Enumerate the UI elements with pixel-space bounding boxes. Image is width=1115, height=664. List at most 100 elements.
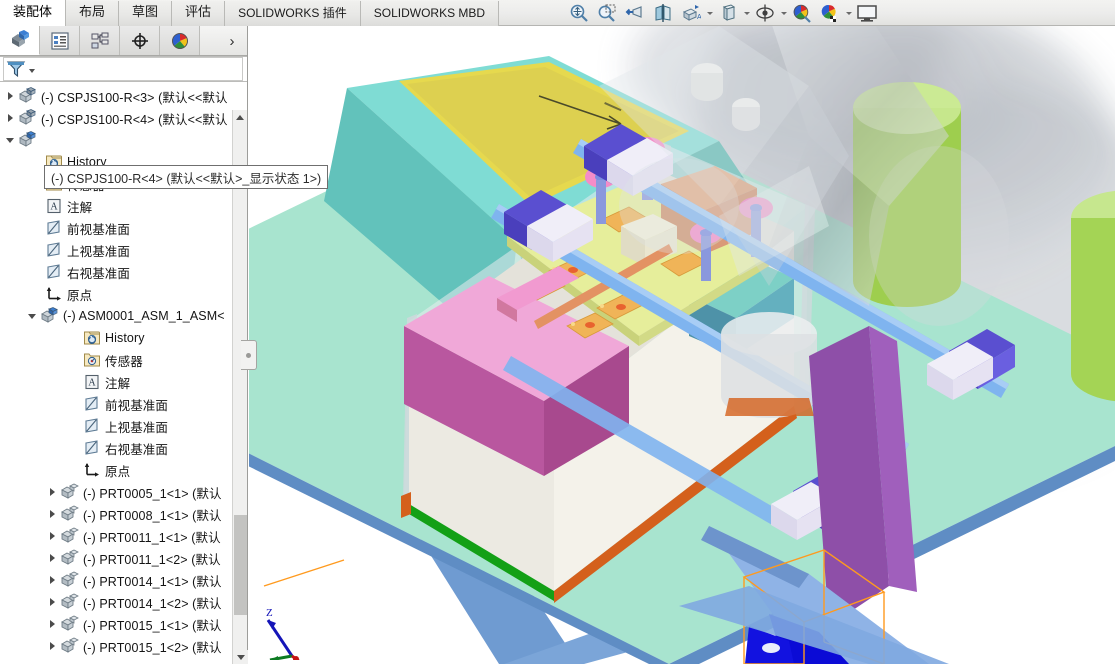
tree-item[interactable]: (-) CSPJS100-R<4> (默认<<默认 xyxy=(0,107,247,129)
display-style-button[interactable] xyxy=(715,1,741,25)
tree-item-label: (-) PRT0011_1<1> (默认 xyxy=(83,530,221,545)
tree-item[interactable]: (-) PRT0014_1<2> (默认 xyxy=(0,591,247,613)
ribbon-tab-5[interactable]: SOLIDWORKS MBD xyxy=(360,1,500,26)
annotations-icon: A xyxy=(85,374,99,390)
tree-item-label: 右视基准面 xyxy=(105,442,169,457)
panel-splitter-handle[interactable] xyxy=(241,340,257,370)
tree-item[interactable]: History xyxy=(0,327,247,349)
filter-input-box[interactable] xyxy=(3,57,243,81)
tab-property-manager[interactable] xyxy=(40,26,80,55)
tree-item[interactable]: (-) PRT0015_1<1> (默认 xyxy=(0,613,247,635)
tree-item[interactable]: (-) PRT0011_1<1> (默认 xyxy=(0,525,247,547)
tree-item-label: History xyxy=(105,331,145,345)
expand-arrow-icon[interactable] xyxy=(44,591,60,613)
tree-item-icon xyxy=(18,86,38,106)
expand-panel-button[interactable]: › xyxy=(221,26,243,56)
expand-arrow-icon[interactable] xyxy=(2,107,18,129)
tree-item[interactable]: 右视基准面 xyxy=(0,437,247,459)
tree-item-icon: A xyxy=(82,372,102,392)
ribbon-bar: 装配体 布局 草图 评估 SOLIDWORKS 插件 SOLIDWORKS MBD xyxy=(0,0,1115,26)
ribbon-tab-1[interactable]: 布局 xyxy=(66,1,120,26)
expand-arrow-icon[interactable] xyxy=(44,635,60,657)
hide-show-items-button[interactable] xyxy=(752,1,778,25)
tree-item-icon xyxy=(44,218,64,238)
view-settings-button[interactable] xyxy=(854,1,880,25)
tree-item-icon xyxy=(44,240,64,260)
expand-arrow-icon[interactable] xyxy=(44,569,60,591)
edit-appearance-button[interactable] xyxy=(789,1,815,25)
tree-item-label: 右视基准面 xyxy=(67,266,131,281)
tree-item[interactable]: (-) CSPJS100-R<3> (默认<<默认 xyxy=(0,85,247,107)
expand-arrow-icon[interactable] xyxy=(44,613,60,635)
tree-item[interactable]: (-) PRT0005_1<1> (默认 xyxy=(0,481,247,503)
ribbon-tab-3[interactable]: 评估 xyxy=(172,1,226,26)
triad-z-label: Z xyxy=(266,607,273,619)
tree-item-icon xyxy=(82,394,102,414)
expand-arrow-icon[interactable] xyxy=(44,547,60,569)
tree-item-label: (-) PRT0008_1<1> (默认 xyxy=(83,508,222,523)
svg-text:A: A xyxy=(50,202,58,213)
configuration-icon xyxy=(91,32,108,48)
scrollbar-thumb[interactable] xyxy=(234,515,247,615)
expand-arrow-icon[interactable] xyxy=(44,525,60,547)
expand-arrow-icon[interactable] xyxy=(2,85,18,107)
tree-item-label: 注解 xyxy=(105,376,131,391)
ribbon-tab-2[interactable]: 草图 xyxy=(119,1,173,26)
collapse-arrow-icon[interactable] xyxy=(2,129,18,151)
zoom-to-area-button[interactable] xyxy=(594,1,620,25)
tab-display-manager[interactable] xyxy=(160,26,200,55)
tree-vertical-scrollbar[interactable] xyxy=(232,110,248,664)
hide-show-caret[interactable] xyxy=(780,1,787,25)
tree-item[interactable]: A 注解 xyxy=(0,371,247,393)
zoom-to-fit-button[interactable] xyxy=(566,1,592,25)
view-settings-monitor-icon xyxy=(857,5,877,22)
tree-item[interactable]: 右视基准面 xyxy=(0,261,247,283)
tree-item[interactable]: A 注解 xyxy=(0,195,247,217)
tree-item[interactable]: 上视基准面 xyxy=(0,239,247,261)
graphics-viewport[interactable]: Z xyxy=(249,26,1115,664)
scroll-up-button[interactable] xyxy=(233,110,247,124)
tab-feature-manager[interactable] xyxy=(0,26,40,55)
filter-input[interactable] xyxy=(35,59,242,79)
scroll-down-button[interactable] xyxy=(233,650,248,664)
assembly-icon xyxy=(19,87,36,103)
previous-view-button[interactable] xyxy=(622,1,648,25)
collapse-arrow-icon[interactable] xyxy=(24,305,40,327)
apply-scene-icon xyxy=(821,5,836,22)
tree-item[interactable]: 传感器 xyxy=(0,349,247,371)
section-view-button[interactable] xyxy=(650,1,676,25)
expand-arrow-icon[interactable] xyxy=(44,503,60,525)
ribbon-tab-0[interactable]: 装配体 xyxy=(0,0,67,26)
ribbon-tab-4[interactable]: SOLIDWORKS 插件 xyxy=(225,1,361,26)
tree-item[interactable]: (-) PRT0014_1<1> (默认 xyxy=(0,569,247,591)
view-orientation-caret[interactable] xyxy=(706,1,713,25)
tree-item[interactable]: 上视基准面 xyxy=(0,415,247,437)
tree-item[interactable]: (-) PRT0015_1<2> (默认 xyxy=(0,635,247,657)
tree-item[interactable]: 前视基准面 xyxy=(0,217,247,239)
tree-item[interactable]: 前视基准面 xyxy=(0,393,247,415)
apply-scene-button[interactable] xyxy=(817,1,843,25)
tab-configuration-manager[interactable] xyxy=(80,26,120,55)
tree-item-label: 原点 xyxy=(105,464,131,479)
tree-item[interactable]: 原点 xyxy=(0,459,247,481)
tree-item[interactable] xyxy=(0,129,247,151)
tree-item-icon: A xyxy=(44,196,64,216)
filter-funnel-icon[interactable] xyxy=(6,60,26,78)
tree-item[interactable]: 原点 xyxy=(0,283,247,305)
tree-item-label: 前视基准面 xyxy=(67,222,131,237)
view-orientation-button[interactable]: A xyxy=(678,1,704,25)
expand-arrow-icon[interactable] xyxy=(44,481,60,503)
tree-item[interactable]: (-) PRT0011_1<2> (默认 xyxy=(0,547,247,569)
tab-dimxpert-manager[interactable] xyxy=(120,26,160,55)
tree-item[interactable]: (-) ASM0001_ASM_1_ASM< xyxy=(0,305,247,327)
svg-text:A: A xyxy=(697,14,701,21)
apply-scene-caret[interactable] xyxy=(845,1,852,25)
tree-item[interactable]: (-) PRT0008_1<1> (默认 xyxy=(0,503,247,525)
display-style-caret[interactable] xyxy=(743,1,750,25)
